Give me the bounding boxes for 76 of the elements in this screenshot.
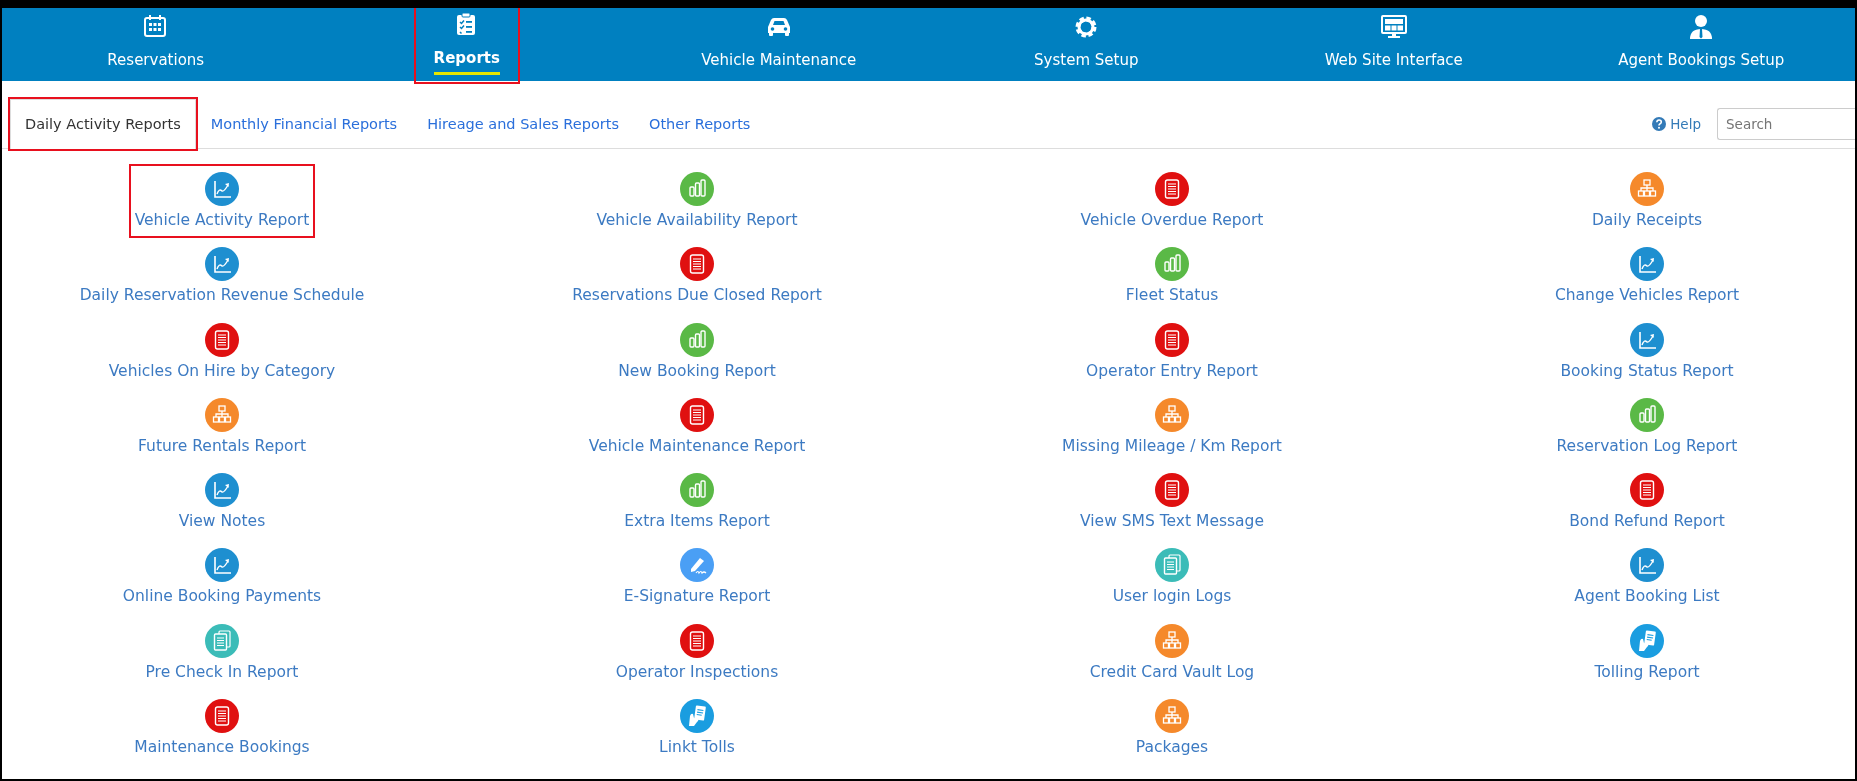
- help-link[interactable]: Help: [1652, 113, 1701, 135]
- report-link[interactable]: Packages: [1131, 695, 1213, 762]
- chart-icon: [205, 172, 239, 206]
- report-link[interactable]: E-Signature Report: [619, 545, 775, 612]
- chart-icon: [205, 548, 239, 583]
- report-link[interactable]: Tolling Report: [1590, 620, 1704, 687]
- bar-chart-icon: [680, 322, 714, 357]
- hand-card-icon: [680, 698, 714, 733]
- bar-chart-icon: [1155, 247, 1189, 282]
- chart-icon: [205, 247, 239, 282]
- document-icon: [680, 247, 714, 282]
- report-tab[interactable]: Other Reports: [634, 99, 766, 149]
- report-link[interactable]: Bond Refund Report: [1565, 470, 1729, 537]
- report-link[interactable]: Credit Card Vault Log: [1085, 620, 1259, 687]
- monitor-icon: [1379, 12, 1408, 41]
- document-icon: [1155, 473, 1189, 507]
- report-tab[interactable]: Daily Activity Reports: [10, 99, 196, 149]
- document-icon: [1155, 322, 1189, 357]
- bar-chart-icon: [1630, 397, 1664, 432]
- report-link[interactable]: Operator Entry Report: [1082, 319, 1262, 386]
- chart-icon: [1630, 322, 1664, 357]
- report-link[interactable]: Operator Inspections: [611, 620, 783, 687]
- report-link[interactable]: Agent Booking List: [1570, 545, 1724, 612]
- report-link[interactable]: Booking Status Report: [1556, 319, 1738, 386]
- search-field[interactable]: Search: [1717, 108, 1855, 140]
- report-link[interactable]: Vehicle Maintenance Report: [584, 394, 810, 461]
- report-link[interactable]: Linkt Tolls: [655, 695, 739, 762]
- bar-chart-icon: [680, 473, 714, 507]
- report-link[interactable]: User login Logs: [1108, 545, 1236, 612]
- document-icon: [1155, 172, 1189, 206]
- pages-icon: [1155, 548, 1189, 583]
- report-link[interactable]: View Notes: [174, 470, 270, 537]
- report-link[interactable]: View SMS Text Message: [1076, 470, 1268, 537]
- nav-tab[interactable]: Reports: [411, 8, 522, 86]
- nav-tab[interactable]: Reservations: [2, 8, 310, 81]
- nav-tab[interactable]: Agent Bookings Setup: [1547, 8, 1855, 81]
- help-icon: [1652, 117, 1667, 131]
- report-link[interactable]: Pre Check In Report: [141, 620, 303, 687]
- report-link[interactable]: Vehicle Activity Report: [130, 166, 314, 237]
- document-icon: [205, 322, 239, 357]
- pen-icon: [680, 548, 714, 583]
- hierarchy-icon: [1155, 698, 1189, 733]
- hierarchy-icon: [1155, 397, 1189, 432]
- hand-card-icon: [1630, 623, 1664, 658]
- report-link[interactable]: New Booking Report: [614, 319, 780, 386]
- chart-icon: [1630, 247, 1664, 282]
- document-icon: [680, 397, 714, 432]
- report-link[interactable]: Online Booking Payments: [118, 545, 326, 612]
- report-link[interactable]: Vehicles On Hire by Category: [104, 319, 340, 386]
- report-link[interactable]: Daily Reservation Revenue Schedule: [75, 244, 369, 311]
- report-link[interactable]: Future Rentals Report: [134, 394, 310, 461]
- report-link[interactable]: Extra Items Report: [620, 470, 774, 537]
- report-tab[interactable]: Hireage and Sales Reports: [412, 99, 634, 149]
- chart-icon: [1630, 548, 1664, 583]
- pages-icon: [205, 623, 239, 658]
- nav-tab[interactable]: System Setup: [932, 8, 1240, 81]
- report-link[interactable]: Change Vehicles Report: [1550, 244, 1744, 311]
- hierarchy-icon: [1155, 623, 1189, 658]
- document-icon: [680, 623, 714, 658]
- document-icon: [1630, 473, 1664, 507]
- report-link[interactable]: Fleet Status: [1121, 244, 1223, 311]
- report-link[interactable]: Reservations Due Closed Report: [568, 244, 826, 311]
- nav-tab[interactable]: Web Site Interface: [1240, 8, 1548, 81]
- report-link[interactable]: Maintenance Bookings: [130, 695, 314, 762]
- document-icon: [205, 698, 239, 733]
- report-link[interactable]: Reservation Log Report: [1552, 394, 1742, 461]
- chart-icon: [205, 473, 239, 507]
- hierarchy-icon: [1630, 172, 1664, 206]
- report-link[interactable]: Missing Mileage / Km Report: [1058, 394, 1286, 461]
- bar-chart-icon: [680, 172, 714, 206]
- hierarchy-icon: [205, 397, 239, 432]
- nav-tab[interactable]: Vehicle Maintenance: [625, 8, 933, 81]
- report-link[interactable]: Vehicle Overdue Report: [1076, 169, 1268, 236]
- report-tab[interactable]: Monthly Financial Reports: [195, 99, 413, 149]
- report-link[interactable]: Vehicle Availability Report: [592, 169, 802, 236]
- report-link[interactable]: Daily Receipts: [1587, 169, 1707, 236]
